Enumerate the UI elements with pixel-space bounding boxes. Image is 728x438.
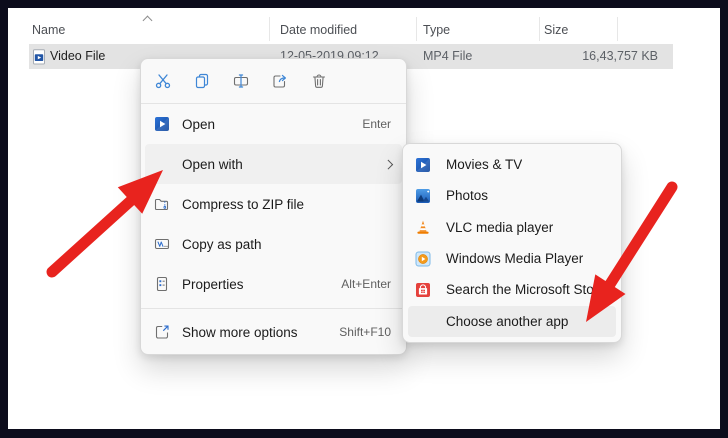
file-type: MP4 File	[423, 49, 473, 63]
submenu-chevron-icon	[383, 159, 393, 169]
file-name: Video File	[50, 49, 106, 63]
submenu-item-label: Photos	[446, 188, 489, 204]
video-file-icon	[31, 49, 47, 65]
menu-item-label: Open	[182, 116, 216, 132]
menu-item-copy-as-path[interactable]: Copy as path	[141, 224, 406, 264]
rename-icon	[233, 74, 249, 88]
zip-folder-icon	[154, 196, 170, 212]
rename-button[interactable]	[231, 71, 251, 91]
submenu-item-photos[interactable]: Photos	[403, 180, 621, 211]
empty-icon-slot	[415, 313, 431, 329]
header-separator[interactable]	[539, 17, 540, 41]
submenu-item-label: Choose another app	[446, 313, 569, 329]
copy-button[interactable]	[192, 71, 212, 91]
screenshot-frame: Name Date modified Type Size Video File …	[0, 0, 728, 438]
menu-item-properties[interactable]: Properties Alt+Enter	[141, 264, 406, 304]
menu-item-label: Show more options	[182, 324, 298, 340]
share-button[interactable]	[270, 71, 290, 91]
header-separator[interactable]	[269, 17, 270, 41]
menu-item-open-with[interactable]: Open with	[145, 144, 402, 184]
submenu-item-label: VLC media player	[446, 219, 554, 235]
properties-icon	[154, 276, 170, 292]
column-header-size[interactable]: Size	[544, 23, 568, 37]
column-header-name[interactable]: Name	[32, 23, 65, 37]
copy-as-path-icon	[154, 236, 170, 252]
open-with-submenu: Movies & TV Photos VLC media player Wind…	[402, 143, 622, 343]
microsoft-store-icon	[415, 282, 431, 298]
context-menu: Open Enter Open with Compress to ZIP fil…	[140, 58, 407, 355]
menu-item-label: Open with	[182, 156, 243, 172]
delete-button[interactable]	[309, 71, 329, 91]
header-separator[interactable]	[416, 17, 417, 41]
delete-icon	[312, 74, 326, 88]
column-header-date-modified[interactable]: Date modified	[280, 23, 357, 37]
quick-actions-row	[141, 59, 406, 103]
sort-ascending-chevron-icon	[142, 15, 153, 26]
submenu-item-windows-media-player[interactable]: Windows Media Player	[403, 243, 621, 274]
cut-button[interactable]	[153, 71, 173, 91]
movies-tv-app-icon	[415, 157, 431, 173]
submenu-item-label: Movies & TV	[446, 157, 523, 173]
submenu-item-search-microsoft-store[interactable]: Search the Microsoft Store	[403, 274, 621, 305]
menu-item-shortcut: Alt+Enter	[341, 277, 391, 291]
menu-item-shortcut: Shift+F10	[339, 325, 391, 339]
menu-item-label: Copy as path	[182, 236, 262, 252]
submenu-item-vlc[interactable]: VLC media player	[403, 212, 621, 243]
windows-media-player-icon	[415, 251, 431, 267]
copy-icon	[195, 73, 209, 89]
header-separator[interactable]	[617, 17, 618, 41]
menu-item-label: Compress to ZIP file	[182, 196, 305, 212]
submenu-item-label: Search the Microsoft Store	[446, 282, 606, 298]
menu-item-shortcut: Enter	[362, 117, 391, 131]
submenu-item-movies-tv[interactable]: Movies & TV	[403, 149, 621, 180]
show-more-options-icon	[154, 324, 170, 340]
submenu-item-label: Windows Media Player	[446, 251, 584, 267]
menu-divider	[141, 308, 406, 309]
cut-icon	[155, 74, 171, 89]
column-header-type[interactable]: Type	[423, 23, 450, 37]
menu-item-label: Properties	[182, 276, 244, 292]
empty-icon-slot	[154, 156, 170, 172]
menu-item-show-more-options[interactable]: Show more options Shift+F10	[141, 311, 406, 353]
menu-item-open[interactable]: Open Enter	[141, 104, 406, 144]
movies-tv-app-icon	[154, 116, 170, 132]
share-icon	[273, 74, 286, 88]
menu-item-compress-to-zip[interactable]: Compress to ZIP file	[141, 184, 406, 224]
photos-app-icon	[415, 188, 431, 204]
file-size: 16,43,757 KB	[582, 49, 658, 63]
submenu-item-choose-another-app[interactable]: Choose another app	[408, 305, 616, 337]
vlc-icon	[415, 219, 431, 235]
file-explorer-content: Name Date modified Type Size Video File …	[8, 8, 720, 429]
